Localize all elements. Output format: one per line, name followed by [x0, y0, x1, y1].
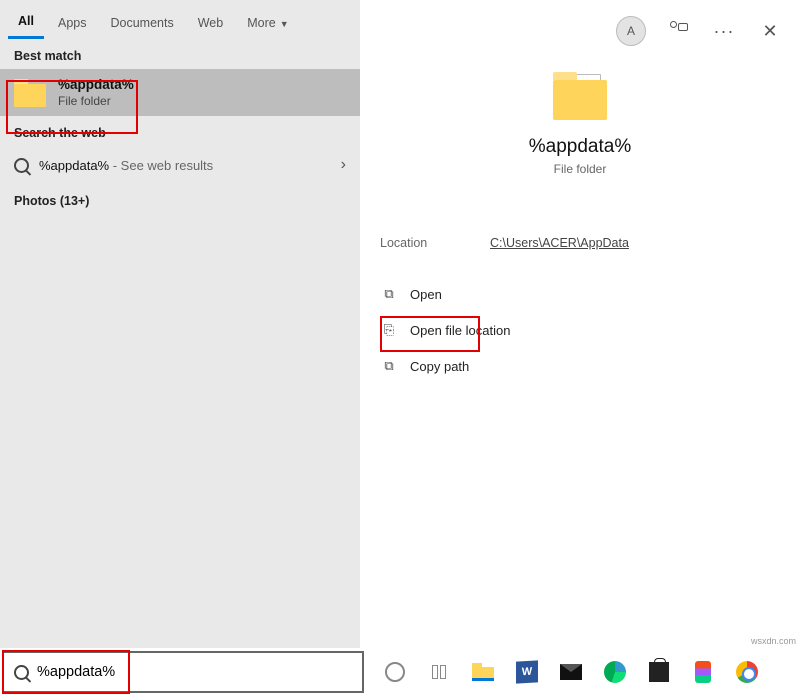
result-subtitle: File folder: [58, 94, 134, 108]
close-button[interactable]: ✕: [756, 17, 784, 45]
location-label: Location: [380, 236, 490, 250]
feedback-icon: [668, 21, 688, 41]
copy-icon: ⧉: [380, 358, 398, 374]
preview-folder-icon: [553, 72, 607, 120]
section-photos: Photos (13+): [0, 184, 360, 214]
web-query: %appdata%: [39, 158, 109, 173]
attribution-watermark: wsxdn.com: [751, 636, 796, 646]
open-icon: ⧉: [380, 286, 398, 302]
best-match-result[interactable]: %appdata% File folder: [0, 69, 360, 116]
file-explorer-icon[interactable]: [470, 659, 496, 685]
tab-all[interactable]: All: [8, 6, 44, 39]
location-row: Location C:\Users\ACER\AppData: [360, 186, 800, 270]
taskbar: W: [0, 648, 800, 696]
web-result[interactable]: %appdata% - See web results ›: [0, 146, 360, 184]
section-best-match: Best match: [0, 39, 360, 69]
chevron-right-icon: ›: [341, 156, 346, 174]
section-search-web: Search the web: [0, 116, 360, 146]
store-icon[interactable]: [646, 659, 672, 685]
cortana-icon[interactable]: [382, 659, 408, 685]
search-icon: [14, 665, 29, 680]
tab-more[interactable]: More▼: [237, 8, 298, 38]
action-open-location-label: Open file location: [410, 323, 510, 338]
mail-icon[interactable]: [558, 659, 584, 685]
open-location-icon: ⎘: [380, 322, 398, 338]
search-right-panel: A ··· ✕ %appdata% File folder Location C…: [360, 0, 800, 648]
web-hint: - See web results: [109, 158, 213, 173]
edge-icon[interactable]: [602, 659, 628, 685]
chrome-icon[interactable]: [734, 659, 760, 685]
search-icon: [14, 158, 29, 173]
action-open-location[interactable]: ⎘ Open file location: [368, 312, 792, 348]
preview-subtitle: File folder: [380, 162, 780, 176]
caret-down-icon: ▼: [280, 19, 289, 29]
folder-icon: [14, 79, 46, 107]
action-open-label: Open: [410, 287, 442, 302]
search-left-panel: All Apps Documents Web More▼ Best match …: [0, 0, 360, 648]
figma-icon[interactable]: [690, 659, 716, 685]
taskbar-search-box[interactable]: [2, 651, 364, 693]
tab-documents[interactable]: Documents: [100, 8, 183, 38]
location-path[interactable]: C:\Users\ACER\AppData: [490, 236, 629, 250]
filter-tabs: All Apps Documents Web More▼: [0, 0, 360, 39]
task-view-icon[interactable]: [426, 659, 452, 685]
search-input[interactable]: [37, 664, 352, 680]
word-icon[interactable]: W: [514, 659, 540, 685]
action-copy-path-label: Copy path: [410, 359, 469, 374]
result-title: %appdata%: [58, 77, 134, 92]
user-avatar[interactable]: A: [616, 16, 646, 46]
tab-web[interactable]: Web: [188, 8, 233, 38]
more-options-button[interactable]: ···: [710, 17, 738, 45]
action-open[interactable]: ⧉ Open: [368, 276, 792, 312]
tab-apps[interactable]: Apps: [48, 8, 97, 38]
action-copy-path[interactable]: ⧉ Copy path: [368, 348, 792, 384]
preview-title: %appdata%: [380, 136, 780, 158]
feedback-button[interactable]: [664, 17, 692, 45]
